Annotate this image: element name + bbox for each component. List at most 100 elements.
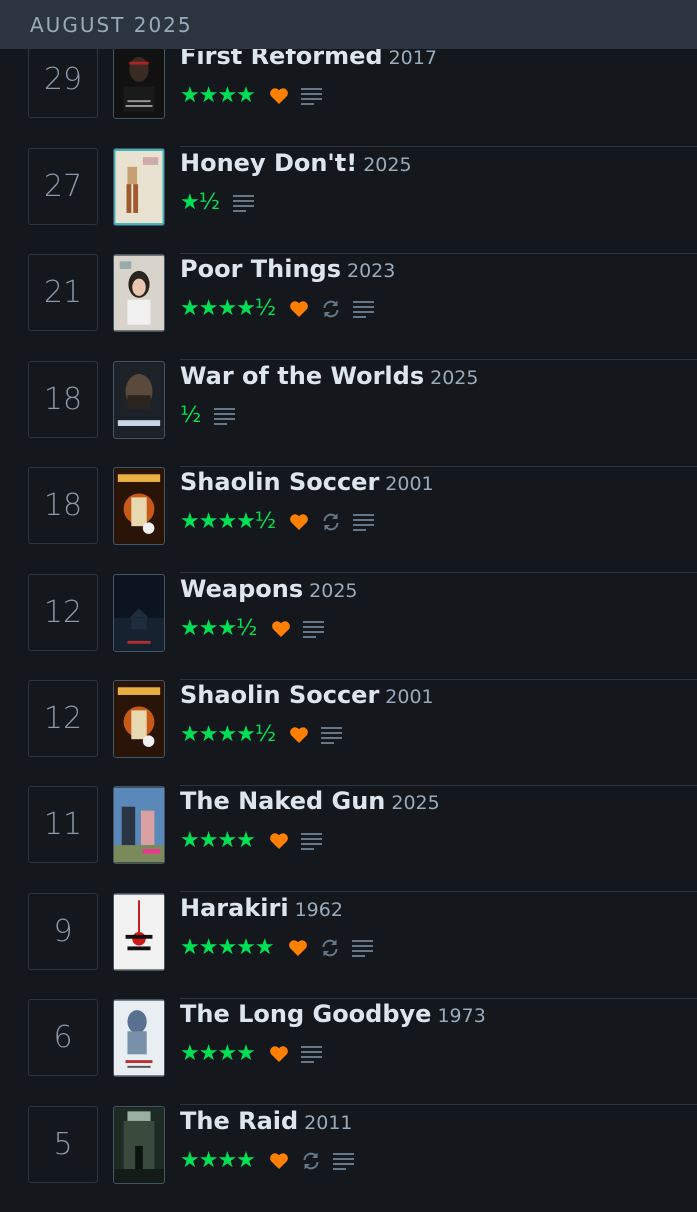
day-number[interactable]: 12 [28, 574, 98, 651]
film-poster[interactable] [113, 999, 165, 1077]
entry-meta: ★★★★½ [180, 296, 387, 322]
poster-image [114, 468, 164, 544]
film-year[interactable]: 2025 [309, 580, 357, 602]
film-poster[interactable] [113, 1106, 165, 1184]
row-divider [180, 891, 697, 892]
entry-meta: ½ [180, 403, 248, 429]
review-lines-icon [300, 87, 323, 105]
film-poster[interactable] [113, 41, 165, 119]
row-divider [180, 572, 697, 573]
day-number[interactable]: 6 [28, 999, 98, 1076]
film-year[interactable]: 2017 [389, 47, 437, 69]
film-title[interactable]: War of the Worlds [180, 362, 424, 390]
film-year[interactable]: 1962 [295, 899, 343, 921]
heart-icon [289, 513, 309, 531]
day-number[interactable]: 18 [28, 361, 98, 438]
film-year[interactable]: 2025 [430, 367, 478, 389]
film-year[interactable]: 2025 [363, 154, 411, 176]
review-lines-icon [233, 194, 255, 212]
row-divider [180, 1104, 697, 1105]
film-poster[interactable] [113, 893, 165, 971]
entry-meta: ★★★★ [180, 83, 335, 109]
day-number[interactable]: 5 [28, 1106, 98, 1183]
film-poster[interactable] [113, 574, 165, 652]
entry-meta: ★★★★ [180, 1148, 367, 1174]
row-divider [180, 146, 697, 147]
poster-image [114, 149, 164, 225]
star-rating: ★★★★½ [180, 509, 276, 534]
review-lines-icon [302, 620, 325, 638]
day-number[interactable]: 29 [28, 41, 98, 118]
day-number[interactable]: 27 [28, 148, 98, 225]
film-poster[interactable] [113, 786, 165, 864]
film-headline: War of the Worlds 2025 [180, 362, 478, 390]
film-headline: Shaolin Soccer 2001 [180, 681, 434, 709]
film-poster[interactable] [113, 148, 165, 226]
film-poster[interactable] [113, 467, 165, 545]
diary-entry: 11 The Naked Gun 2025 ★★★★ [0, 786, 697, 892]
diary-entry: 5 The Raid 2011 ★★★★ [0, 1106, 697, 1212]
entry-meta: ★★★★ [180, 1041, 335, 1067]
month-title: AUGUST 2025 [30, 13, 193, 37]
star-rating: ★★★★½ [180, 722, 276, 747]
poster-image [114, 575, 164, 651]
poster-image [114, 42, 164, 118]
film-year[interactable]: 2001 [385, 473, 433, 495]
heart-icon [269, 87, 289, 105]
diary-entry: 21 Poor Things 2023 ★★★★½ [0, 254, 697, 360]
film-headline: The Naked Gun 2025 [180, 787, 440, 815]
film-headline: Shaolin Soccer 2001 [180, 468, 434, 496]
diary-entry: 12 Shaolin Soccer 2001 ★★★★½ [0, 680, 697, 786]
film-title[interactable]: The Long Goodbye [180, 1000, 431, 1028]
entry-meta: ★★★★ [180, 828, 335, 854]
rewatch-icon [321, 299, 341, 319]
film-year[interactable]: 2011 [304, 1112, 352, 1134]
star-rating: ★★★★ [180, 83, 256, 108]
film-title[interactable]: The Naked Gun [180, 787, 385, 815]
review-lines-icon [300, 1045, 323, 1063]
entry-meta: ★½ [180, 190, 267, 216]
film-title[interactable]: Poor Things [180, 255, 341, 283]
film-title[interactable]: Shaolin Soccer [180, 681, 379, 709]
day-number[interactable]: 12 [28, 680, 98, 757]
day-number[interactable]: 9 [28, 893, 98, 970]
star-rating: ★★★★ [180, 1148, 256, 1173]
review-lines-icon [353, 300, 375, 318]
poster-image [114, 362, 164, 438]
entry-meta: ★★★★★ [180, 935, 386, 961]
star-rating: ½ [180, 403, 201, 428]
film-headline: Harakiri 1962 [180, 894, 343, 922]
film-poster[interactable] [113, 361, 165, 439]
day-number[interactable]: 11 [28, 786, 98, 863]
review-lines-icon [353, 513, 375, 531]
diary-entry: 29 First Reformed 2017 ★★★★ [0, 41, 697, 147]
day-number[interactable]: 21 [28, 254, 98, 331]
film-title[interactable]: Weapons [180, 575, 303, 603]
diary-entry: 18 Shaolin Soccer 2001 ★★★★½ [0, 467, 697, 573]
film-poster[interactable] [113, 254, 165, 332]
film-year[interactable]: 2023 [347, 260, 395, 282]
film-year[interactable]: 1973 [437, 1005, 485, 1027]
diary-entry: 6 The Long Goodbye 1973 ★★★★ [0, 999, 697, 1105]
film-title[interactable]: Honey Don't! [180, 149, 357, 177]
heart-icon [269, 1152, 289, 1170]
film-title[interactable]: Shaolin Soccer [180, 468, 379, 496]
heart-icon [289, 726, 309, 744]
review-lines-icon [214, 407, 236, 425]
poster-image [114, 787, 164, 863]
star-rating: ★★★★ [180, 828, 256, 853]
film-title[interactable]: Harakiri [180, 894, 289, 922]
film-title[interactable]: The Raid [180, 1107, 298, 1135]
row-divider [180, 359, 697, 360]
rewatch-icon [320, 938, 340, 958]
film-poster[interactable] [113, 680, 165, 758]
star-rating: ★★★★½ [180, 296, 276, 321]
diary-entry: 27 Honey Don't! 2025 ★½ [0, 148, 697, 254]
star-rating: ★★★★★ [180, 935, 275, 960]
review-lines-icon [332, 1152, 355, 1170]
review-lines-icon [300, 832, 323, 850]
day-number[interactable]: 18 [28, 467, 98, 544]
film-year[interactable]: 2001 [385, 686, 433, 708]
film-year[interactable]: 2025 [391, 792, 439, 814]
film-headline: Poor Things 2023 [180, 255, 395, 283]
